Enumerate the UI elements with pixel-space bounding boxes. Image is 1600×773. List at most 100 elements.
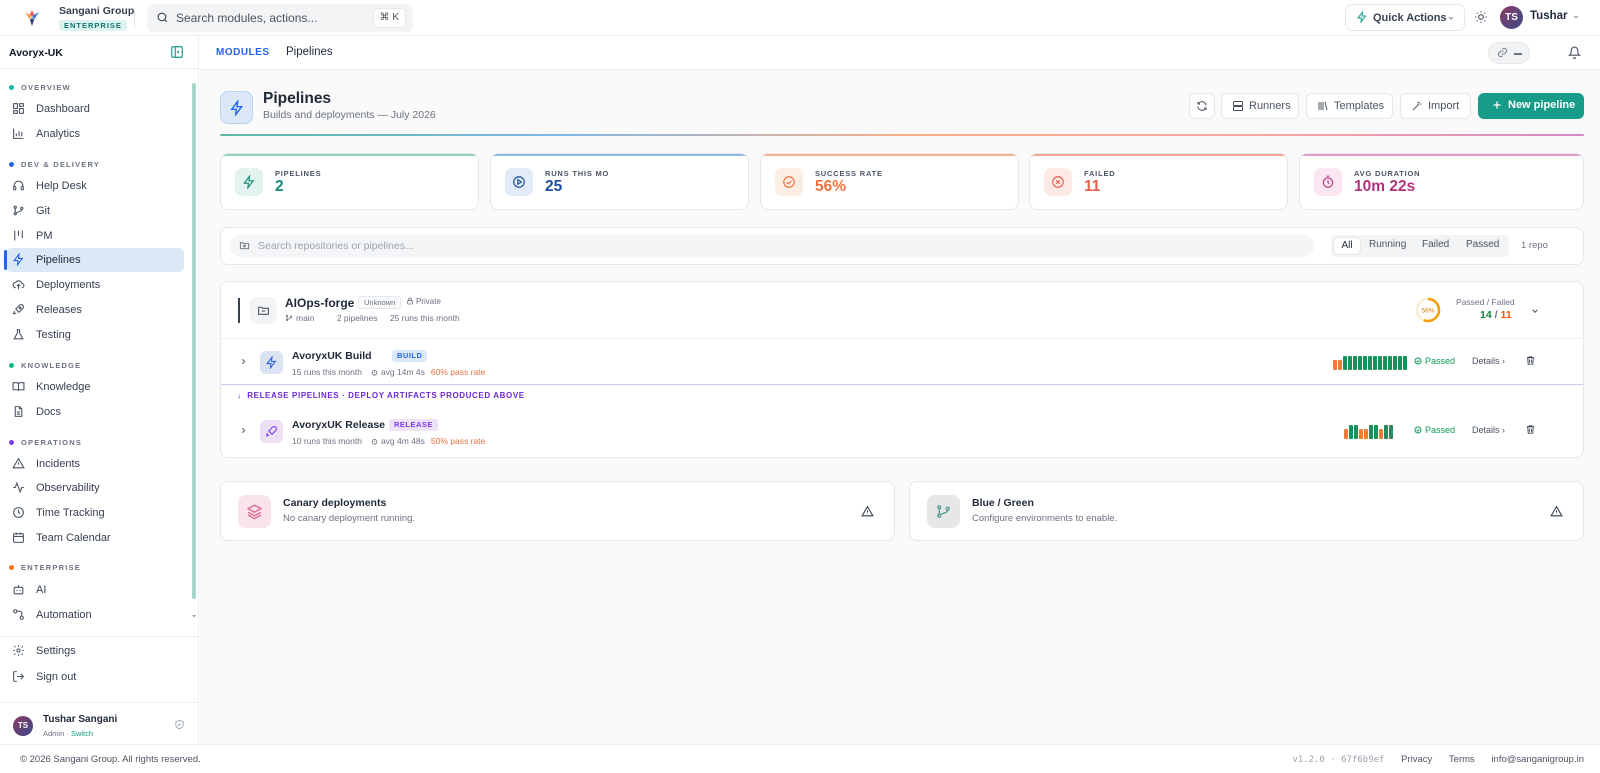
theme-toggle-sun-icon[interactable]: [1474, 10, 1488, 24]
success-ring: 56%: [1415, 297, 1441, 323]
global-search-input[interactable]: Search modules, actions... ⌘ K: [147, 4, 413, 32]
terms-link[interactable]: Terms: [1449, 754, 1475, 765]
blue-green-card[interactable]: Blue / Green Configure environments to e…: [909, 481, 1584, 541]
run-bar-passed: [1369, 425, 1373, 439]
release-divider-text: ↓ RELEASE PIPELINES · DEPLOY ARTIFACTS P…: [237, 391, 525, 400]
sidebar-item-team-calendar[interactable]: Team Calendar: [6, 526, 184, 550]
filter-running[interactable]: Running: [1369, 239, 1406, 250]
sidebar-user-card[interactable]: TS Tushar Sangani Admin · Switch: [0, 702, 199, 744]
quick-actions-label: Quick Actions: [1373, 12, 1447, 24]
sidebar-item-knowledge[interactable]: Knowledge: [6, 375, 184, 399]
chevron-right-icon[interactable]: [239, 357, 248, 366]
filter-passed[interactable]: Passed: [1466, 239, 1499, 250]
sidebar-item-incidents[interactable]: Incidents: [6, 452, 184, 476]
brand-logo-icon[interactable]: [20, 6, 44, 30]
refresh-icon: [1196, 100, 1208, 112]
clock-icon: [12, 506, 25, 519]
user-name: Tushar Sangani: [43, 714, 118, 725]
templates-label: Templates: [1334, 100, 1385, 112]
sidebar-item-analytics[interactable]: Analytics: [6, 122, 184, 146]
trash-icon[interactable]: [1525, 355, 1536, 366]
repo-search-input[interactable]: Search repositories or pipelines...: [230, 235, 1314, 257]
zap-icon: [229, 100, 245, 116]
stat-value: 10m 22s: [1354, 178, 1416, 195]
run-bar-passed: [1389, 425, 1393, 439]
import-button[interactable]: Import: [1400, 93, 1471, 119]
pipeline-type-badge: BUILD: [392, 350, 428, 362]
run-bar-passed: [1349, 425, 1353, 439]
folder-search-icon: [239, 240, 250, 251]
bell-icon[interactable]: [1568, 46, 1581, 59]
user-menu-name[interactable]: Tushar: [1530, 10, 1568, 22]
filter-failed[interactable]: Failed: [1422, 239, 1449, 250]
details-link[interactable]: Details ›: [1472, 356, 1505, 366]
trash-icon[interactable]: [1525, 424, 1536, 435]
run-bar-failed: [1364, 429, 1368, 439]
sidebar-item-observability[interactable]: Observability: [6, 476, 184, 500]
sidebar-item-deployments[interactable]: Deployments: [6, 273, 184, 297]
sidebar-item-pm[interactable]: PM: [6, 224, 184, 248]
magic-wand-icon: [1411, 100, 1423, 112]
run-bar-passed: [1374, 425, 1378, 439]
avatar: TS: [13, 716, 33, 736]
library-icon: [1317, 100, 1329, 112]
stat-label: RUNS THIS MO: [545, 169, 610, 178]
stat-card-failed: FAILED 11: [1029, 153, 1288, 210]
sidebar-item-testing[interactable]: Testing: [6, 323, 184, 347]
sidebar-item-docs[interactable]: Docs: [6, 400, 184, 424]
sidebar-scrollbar[interactable]: [192, 83, 196, 599]
connection-toggle[interactable]: [1488, 42, 1530, 64]
sidebar-item-dashboard[interactable]: Dashboard: [6, 97, 184, 121]
new-pipeline-button[interactable]: New pipeline: [1478, 93, 1584, 119]
sidebar-item-label: Settings: [36, 645, 76, 657]
sidebar-item-settings[interactable]: Settings: [6, 639, 184, 663]
filter-all[interactable]: All: [1333, 237, 1361, 255]
shortcut-hint: ⌘ K: [372, 8, 406, 28]
switch-role-link[interactable]: Switch: [71, 729, 93, 738]
chevron-down-icon[interactable]: [1572, 13, 1580, 21]
pipeline-meta: 10 runs this month avg 4m 48s 50% pass rat…: [292, 436, 486, 446]
sidebar-item-time-tracking[interactable]: Time Tracking: [6, 501, 184, 525]
divider: [134, 8, 135, 28]
scroll-down-icon[interactable]: [191, 613, 197, 619]
visibility-tag: Private: [406, 297, 441, 306]
sidebar-item-label: PM: [36, 230, 53, 242]
chevron-right-icon[interactable]: [239, 426, 248, 435]
details-link[interactable]: Details ›: [1472, 425, 1505, 435]
sidebar-item-automation[interactable]: Automation: [6, 603, 184, 627]
pipeline-row[interactable]: AvoryxUK Release RELEASE 10 runs this mo…: [221, 408, 1583, 454]
sidebar-item-releases[interactable]: Releases: [6, 298, 184, 322]
breadcrumb-modules-link[interactable]: MODULES: [216, 47, 270, 58]
sidebar-item-pipelines[interactable]: Pipelines: [4, 248, 184, 272]
chevron-down-icon[interactable]: [1530, 306, 1540, 316]
sidebar-item-label: Knowledge: [36, 381, 91, 393]
refresh-button[interactable]: [1189, 93, 1215, 119]
quick-actions-button[interactable]: Quick Actions: [1345, 4, 1465, 31]
git-branch-icon: [12, 204, 25, 217]
section-dot: [9, 564, 14, 570]
repo-name[interactable]: AIOps-forge: [285, 296, 354, 310]
sidebar-item-help-desk[interactable]: Help Desk: [6, 174, 184, 198]
canary-deployments-card[interactable]: Canary deployments No canary deployment …: [220, 481, 895, 541]
user-avatar[interactable]: TS: [1500, 6, 1523, 29]
sidebar-collapse-icon[interactable]: [170, 45, 184, 59]
sidebar-item-label: Dashboard: [36, 103, 90, 115]
repo-count: 1 repo: [1521, 240, 1548, 251]
toggle-dash: [1514, 53, 1522, 55]
templates-button[interactable]: Templates: [1306, 93, 1393, 119]
pipeline-row[interactable]: AvoryxUK Build BUILD 15 runs this month a…: [221, 338, 1583, 384]
pipeline-name[interactable]: AvoryxUK Release: [292, 419, 385, 431]
play-circle-icon: [513, 176, 525, 188]
pipeline-name[interactable]: AvoryxUK Build: [292, 350, 372, 362]
sidebar-item-ai[interactable]: AI: [6, 578, 184, 602]
search-placeholder: Search modules, actions...: [176, 11, 318, 25]
privacy-link[interactable]: Privacy: [1401, 754, 1432, 765]
runners-button[interactable]: Runners: [1221, 93, 1299, 119]
sign-out-button[interactable]: Sign out: [6, 665, 184, 689]
pipeline-icon-box: [260, 351, 283, 374]
calendar-icon: [12, 531, 25, 544]
org-switcher[interactable]: Avoryx-UK: [0, 36, 199, 69]
sidebar-item-git[interactable]: Git: [6, 199, 184, 223]
section-knowledge: KNOWLEDGE: [9, 361, 81, 370]
contact-email-link[interactable]: info@sanganigroup.in: [1491, 754, 1584, 765]
